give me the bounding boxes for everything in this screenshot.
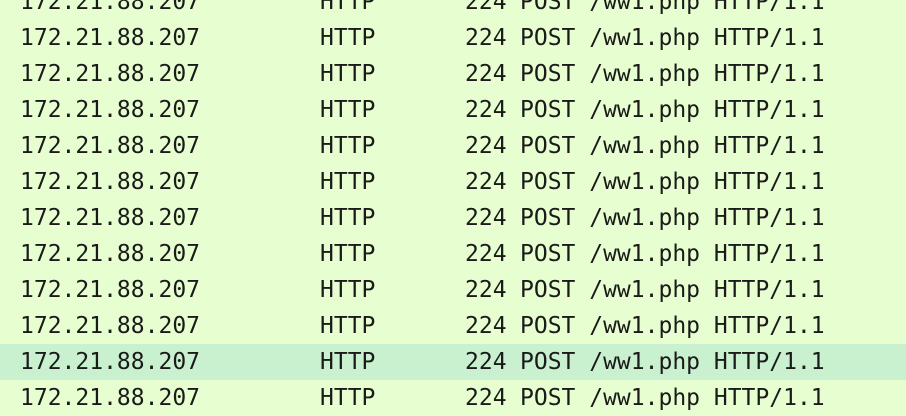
- packet-row-selected[interactable]: 172.21.88.207 HTTP 224 POST /ww1.php HTT…: [0, 344, 906, 380]
- protocol-cell: HTTP: [320, 277, 376, 303]
- info-cell: POST /ww1.php HTTP/1.1: [520, 97, 825, 123]
- source-cell: 172.21.88.207: [20, 169, 201, 195]
- protocol-cell: HTTP: [320, 349, 376, 375]
- protocol-cell: HTTP: [320, 0, 376, 15]
- info-cell: POST /ww1.php HTTP/1.1: [520, 205, 825, 231]
- length-cell: 224: [465, 25, 507, 51]
- packet-row[interactable]: 172.21.88.207 HTTP 224 POST /ww1.php HTT…: [0, 164, 906, 200]
- protocol-cell: HTTP: [320, 133, 376, 159]
- length-cell: 224: [465, 133, 507, 159]
- protocol-cell: HTTP: [320, 385, 376, 411]
- packet-row[interactable]: 172.21.88.207 HTTP 224 POST /ww1.php HTT…: [0, 200, 906, 236]
- source-cell: 172.21.88.207: [20, 205, 201, 231]
- packet-row[interactable]: 172.21.88.207 HTTP 224 POST /ww1.php HTT…: [0, 56, 906, 92]
- length-cell: 224: [465, 277, 507, 303]
- protocol-cell: HTTP: [320, 61, 376, 87]
- info-cell: POST /ww1.php HTTP/1.1: [520, 241, 825, 267]
- packet-row[interactable]: 172.21.88.207 HTTP 224 POST /ww1.php HTT…: [0, 128, 906, 164]
- length-cell: 224: [465, 0, 507, 15]
- source-cell: 172.21.88.207: [20, 349, 201, 375]
- protocol-cell: HTTP: [320, 241, 376, 267]
- packet-row[interactable]: 172.21.88.207 HTTP 224 POST /ww1.php HTT…: [0, 20, 906, 56]
- length-cell: 224: [465, 385, 507, 411]
- source-cell: 172.21.88.207: [20, 313, 201, 339]
- source-cell: 172.21.88.207: [20, 61, 201, 87]
- packet-row[interactable]: 172.21.88.207 HTTP 224 POST /ww1.php HTT…: [0, 308, 906, 344]
- source-cell: 172.21.88.207: [20, 241, 201, 267]
- info-cell: POST /ww1.php HTTP/1.1: [520, 313, 825, 339]
- packet-row[interactable]: 172.21.88.207 HTTP 224 POST /ww1.php HTT…: [0, 92, 906, 128]
- packet-row[interactable]: 172.21.88.207 HTTP 224 POST /ww1.php HTT…: [0, 0, 906, 20]
- source-cell: 172.21.88.207: [20, 385, 201, 411]
- info-cell: POST /ww1.php HTTP/1.1: [520, 133, 825, 159]
- source-cell: 172.21.88.207: [20, 25, 201, 51]
- protocol-cell: HTTP: [320, 97, 376, 123]
- length-cell: 224: [465, 169, 507, 195]
- length-cell: 224: [465, 349, 507, 375]
- length-cell: 224: [465, 205, 507, 231]
- info-cell: POST /ww1.php HTTP/1.1: [520, 0, 825, 15]
- packet-row[interactable]: 172.21.88.207 HTTP 224 POST /ww1.php HTT…: [0, 272, 906, 308]
- source-cell: 172.21.88.207: [20, 133, 201, 159]
- protocol-cell: HTTP: [320, 313, 376, 339]
- info-cell: POST /ww1.php HTTP/1.1: [520, 25, 825, 51]
- source-cell: 172.21.88.207: [20, 277, 201, 303]
- packet-list[interactable]: 172.21.88.207 HTTP 224 POST /ww1.php HTT…: [0, 0, 906, 416]
- length-cell: 224: [465, 61, 507, 87]
- info-cell: POST /ww1.php HTTP/1.1: [520, 349, 825, 375]
- protocol-cell: HTTP: [320, 25, 376, 51]
- source-cell: 172.21.88.207: [20, 97, 201, 123]
- info-cell: POST /ww1.php HTTP/1.1: [520, 169, 825, 195]
- packet-rows: 172.21.88.207 HTTP 224 POST /ww1.php HTT…: [0, 0, 906, 416]
- info-cell: POST /ww1.php HTTP/1.1: [520, 277, 825, 303]
- protocol-cell: HTTP: [320, 169, 376, 195]
- length-cell: 224: [465, 241, 507, 267]
- packet-row[interactable]: 172.21.88.207 HTTP 224 POST /ww1.php HTT…: [0, 380, 906, 416]
- info-cell: POST /ww1.php HTTP/1.1: [520, 385, 825, 411]
- length-cell: 224: [465, 97, 507, 123]
- source-cell: 172.21.88.207: [20, 0, 201, 15]
- length-cell: 224: [465, 313, 507, 339]
- packet-row[interactable]: 172.21.88.207 HTTP 224 POST /ww1.php HTT…: [0, 236, 906, 272]
- protocol-cell: HTTP: [320, 205, 376, 231]
- info-cell: POST /ww1.php HTTP/1.1: [520, 61, 825, 87]
